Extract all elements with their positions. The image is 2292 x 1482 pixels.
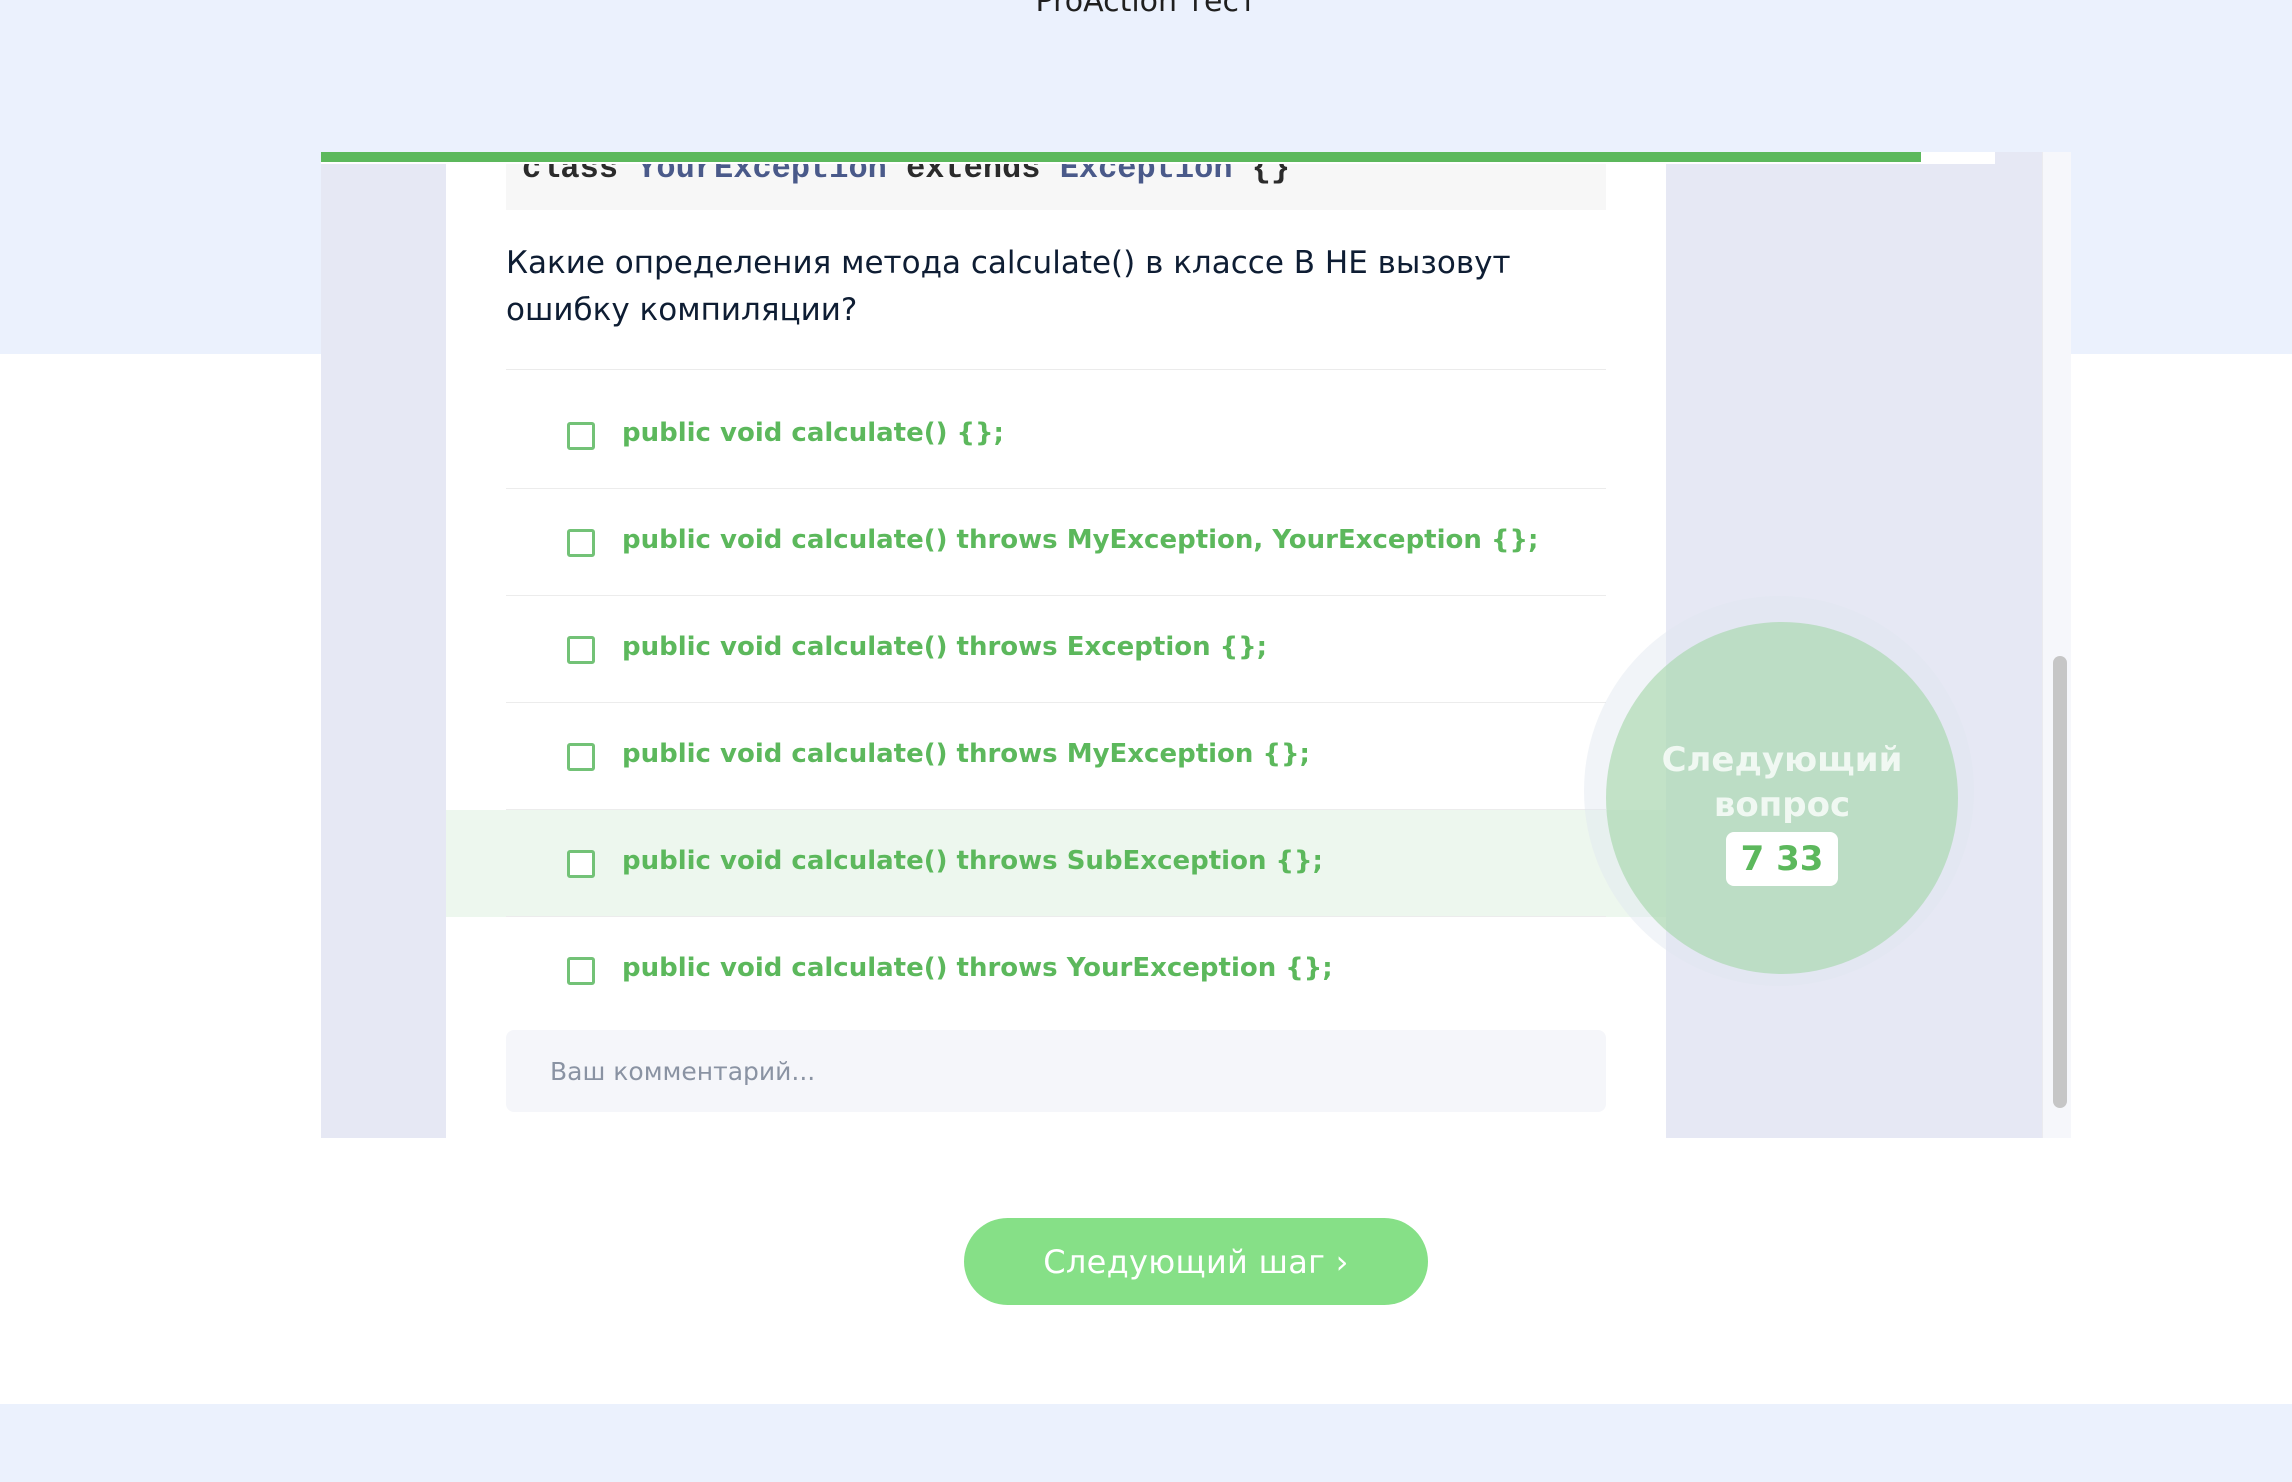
code-type: Exception (1059, 164, 1233, 187)
option-label: public void calculate() throws MyExcepti… (622, 525, 1539, 555)
code-braces: {} (1251, 164, 1291, 187)
scrollbar-thumb[interactable] (2053, 656, 2067, 1108)
bottom-background-band (0, 1404, 2292, 1482)
checkbox[interactable] (567, 957, 595, 985)
answer-option[interactable]: public void calculate() throws YourExcep… (446, 917, 1666, 1024)
option-label: public void calculate() throws SubExcept… (622, 846, 1323, 876)
answer-option[interactable]: public void calculate() {}; (446, 382, 1666, 489)
answer-option[interactable]: public void calculate() throws MyExcepti… (446, 703, 1666, 810)
next-question-timer-button[interactable]: Следующий вопрос 7 33 (1606, 622, 1958, 974)
comment-input[interactable] (506, 1030, 1606, 1112)
code-type: YourException (637, 164, 887, 187)
divider (506, 369, 1606, 370)
checkbox[interactable] (567, 529, 595, 557)
code-keyword: extends (906, 164, 1041, 187)
checkbox[interactable] (567, 636, 595, 664)
answer-option[interactable]: public void calculate() throws MyExcepti… (446, 489, 1666, 596)
code-line: class YourException extends Exception {} (522, 164, 1290, 187)
question-text: Какие определения метода calculate() в к… (506, 245, 1511, 328)
option-label: public void calculate() throws Exception… (622, 632, 1268, 662)
option-label: public void calculate() throws MyExcepti… (622, 739, 1310, 769)
code-snippet: class YourException extends Exception {} (506, 164, 1606, 210)
timer-label: Следующий вопрос (1661, 740, 1903, 825)
progress-fill (321, 152, 1922, 162)
app-title: ProAction тест (1035, 0, 1257, 19)
timer-countdown: 7 33 (1726, 832, 1838, 886)
question-card: class YourException extends Exception {}… (446, 164, 1666, 1138)
code-keyword: class (522, 164, 619, 187)
checkbox[interactable] (567, 850, 595, 878)
option-label: public void calculate() {}; (622, 418, 1004, 448)
next-step-button[interactable]: Следующий шаг › (964, 1218, 1428, 1305)
answer-option[interactable]: public void calculate() throws Exception… (446, 596, 1666, 703)
answer-option-hovered[interactable]: public void calculate() throws SubExcept… (446, 810, 1666, 917)
checkbox[interactable] (567, 743, 595, 771)
checkbox[interactable] (567, 422, 595, 450)
test-frame: class YourException extends Exception {}… (321, 152, 2071, 1138)
progress-bar (321, 152, 1995, 164)
option-label: public void calculate() throws YourExcep… (622, 953, 1333, 983)
